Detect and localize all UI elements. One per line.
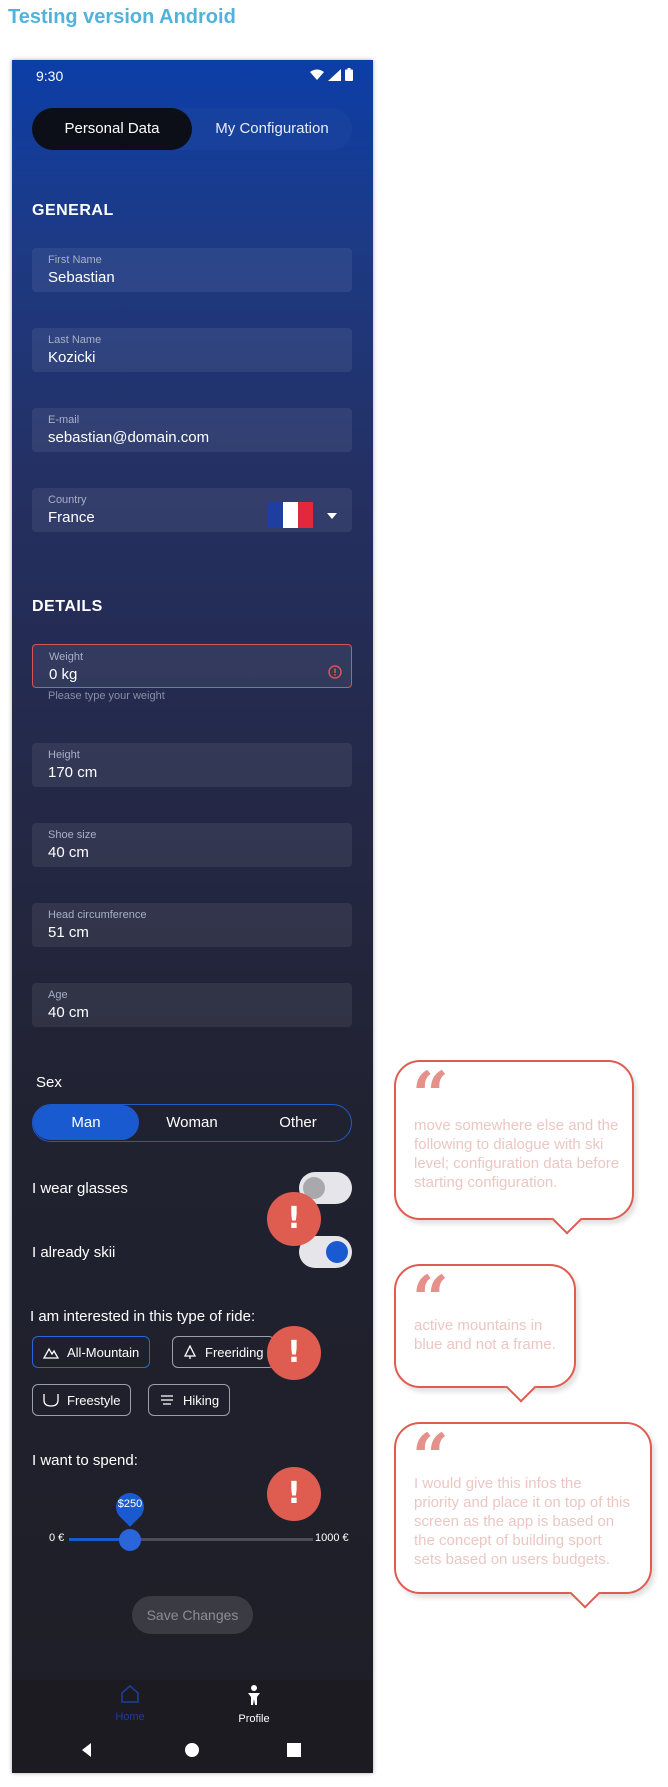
halfpipe-icon [43,1394,59,1407]
section-switcher: Personal Data My Configuration [32,108,352,150]
sex-selector: Man Woman Other [32,1104,352,1142]
warning-marker-1: ! [267,1192,321,1246]
status-bar: 9:30 [12,60,373,90]
slider-max-label: 1000 € [315,1532,349,1544]
comment-3-text: I would give this infos the priority and… [414,1475,630,1568]
nav-profile-label: Profile [238,1713,270,1725]
home-icon [121,1684,139,1703]
battery-icon [345,68,353,81]
age-field[interactable]: Age 40 cm [32,983,352,1027]
wifi-icon [310,69,324,80]
slider-min-label: 0 € [49,1532,65,1544]
country-label: Country [48,494,87,506]
age-value: 40 cm [48,1004,89,1021]
weight-field[interactable]: Weight 0 kg [32,644,352,688]
status-icons [310,68,353,81]
ski-label: I already skii [32,1244,116,1261]
height-value: 170 cm [48,764,98,781]
comment-bubble-2: “ active mountains in blue and not a fra… [394,1264,576,1403]
bubble-tail [551,1203,583,1235]
ski-toggle-knob [326,1241,348,1263]
warning-marker-3: ! [267,1467,321,1521]
status-time: 9:30 [36,68,64,84]
budget-slider-thumb[interactable] [119,1529,141,1551]
last-name-field[interactable]: Last Name Kozicki [32,328,352,372]
first-name-label: First Name [48,254,102,266]
back-icon[interactable] [82,1743,92,1757]
chip-all-mountain-label: All-Mountain [67,1344,140,1360]
comment-2-text: active mountains in blue and not a frame… [414,1317,556,1353]
weight-value: 0 kg [49,666,78,683]
tab-personal-data[interactable]: Personal Data [32,108,192,150]
comment-bubble-3: “ I would give this infos the priority a… [394,1422,652,1609]
country-value: France [48,509,95,526]
sex-label: Sex [36,1074,62,1091]
page-heading: Testing version Android [8,6,236,28]
spend-label: I want to spend: [32,1452,138,1469]
shoe-size-value: 40 cm [48,844,89,861]
height-label: Height [48,749,80,761]
comment-1-text: move somewhere else and the following to… [414,1117,620,1191]
age-label: Age [48,989,68,1001]
head-circumference-value: 51 cm [48,924,89,941]
details-title: DETAILS [32,598,103,615]
chip-freeriding[interactable]: Freeriding [172,1336,275,1368]
general-title: GENERAL [32,202,114,219]
sex-option-woman[interactable]: Woman [139,1105,245,1140]
first-name-field[interactable]: First Name Sebastian [32,248,352,292]
nav-home[interactable]: Home [90,1684,170,1723]
hiking-icon [161,1395,173,1405]
error-icon [328,665,342,679]
chip-hiking-label: Hiking [183,1392,220,1408]
ride-type-label: I am interested in this type of ride: [30,1308,256,1325]
weight-label: Weight [49,651,84,663]
head-circumference-label: Head circumference [48,909,147,921]
shoe-size-label: Shoe size [48,829,97,841]
chip-freestyle-label: Freestyle [67,1392,121,1408]
bottom-nav: Home Profile [12,1680,373,1728]
chip-freestyle[interactable]: Freestyle [32,1384,132,1416]
sex-option-man[interactable]: Man [33,1105,139,1140]
france-flag-icon [268,502,313,528]
nav-home-label: Home [115,1711,145,1723]
chip-hiking[interactable]: Hiking [148,1384,231,1416]
country-select[interactable]: Country France [32,488,352,532]
last-name-value: Kozicki [48,349,96,366]
comment-bubble-1: “ move somewhere else and the following … [394,1060,634,1235]
bubble-tail [505,1371,537,1403]
chip-freeriding-label: Freeriding [205,1344,264,1360]
signal-icon [328,68,341,81]
recents-icon[interactable] [287,1743,301,1757]
shoe-size-field[interactable]: Shoe size 40 cm [32,823,352,867]
budget-slider-value-label: $250 [117,1498,143,1510]
last-name-label: Last Name [48,334,102,346]
tree-icon [183,1345,197,1359]
weight-helper-text: Please type your weight [48,690,165,702]
dropdown-caret-icon[interactable] [327,513,337,519]
glasses-label: I wear glasses [32,1180,128,1197]
tab-my-configuration[interactable]: My Configuration [192,108,352,150]
home-circle-icon[interactable] [185,1743,199,1757]
nav-profile[interactable]: Profile [214,1684,294,1725]
email-value: sebastian@domain.com [48,429,210,446]
head-circumference-field[interactable]: Head circumference 51 cm [32,903,352,947]
warning-marker-2: ! [267,1326,321,1380]
save-changes-button[interactable]: Save Changes [132,1596,253,1634]
person-icon [248,1685,260,1705]
sex-option-other[interactable]: Other [245,1105,351,1140]
system-nav-bar [12,1728,373,1773]
height-field[interactable]: Height 170 cm [32,743,352,787]
chip-all-mountain[interactable]: All-Mountain [32,1336,151,1368]
mountain-icon [43,1347,59,1359]
email-field[interactable]: E-mail sebastian@domain.com [32,408,352,452]
email-label: E-mail [48,414,80,426]
bubble-tail [569,1577,601,1609]
first-name-value: Sebastian [48,269,115,286]
phone-screen: 9:30 Personal Data My Configuration GENE… [12,60,373,1773]
